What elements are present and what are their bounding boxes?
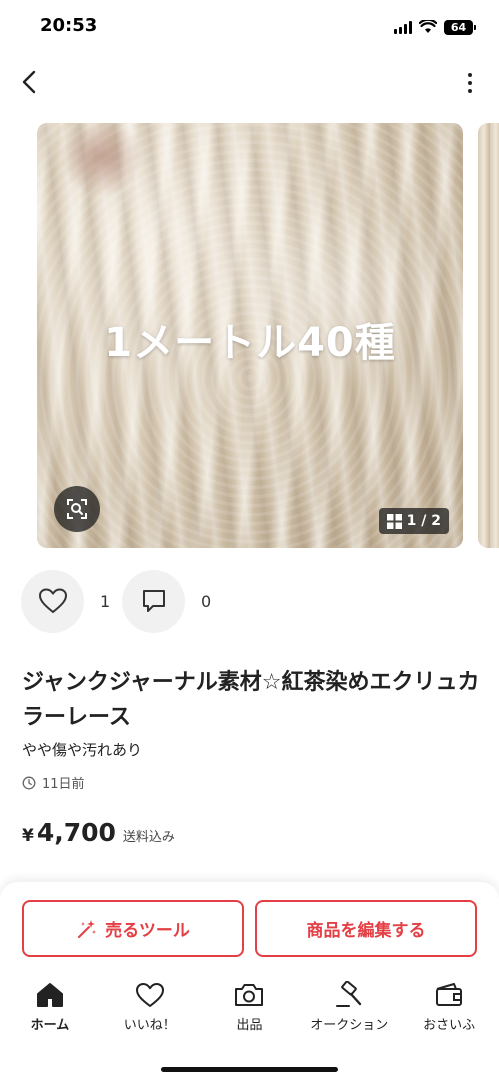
tab-wallet[interactable]: おさいふ <box>399 980 499 1040</box>
tab-auction-label: オークション <box>310 1018 389 1033</box>
wallet-icon <box>436 983 463 1006</box>
tab-likes[interactable]: いいね！ <box>100 980 200 1040</box>
tab-bar: ホーム いいね！ 出品 オークション おさいふ <box>0 980 499 1040</box>
sell-tool-button[interactable]: 売るツール <box>22 900 244 957</box>
price-value: 4,700 <box>36 818 116 847</box>
like-count: 1 <box>100 591 111 611</box>
tab-home-label: ホーム <box>30 1018 70 1033</box>
comment-button[interactable] <box>122 569 185 633</box>
home-indicator <box>161 1067 338 1072</box>
chevron-left-icon <box>22 70 36 94</box>
photo-overlay-text: 1メートル40種 <box>104 320 396 366</box>
tab-likes-label: いいね！ <box>123 1018 176 1033</box>
status-bar: 20:53 64 <box>0 0 499 54</box>
back-button[interactable] <box>14 66 44 98</box>
image-search-icon <box>67 499 87 519</box>
clock-icon <box>22 776 36 789</box>
edit-item-label: 商品を編集する <box>306 921 426 941</box>
home-icon <box>36 983 63 1007</box>
product-photo[interactable]: 1メートル40種 1 / 2 <box>37 123 463 548</box>
gavel-icon <box>336 981 362 1007</box>
battery-level: 64 <box>450 20 467 34</box>
price: ¥ 4,700 送料込み <box>22 818 175 847</box>
price-currency: ¥ <box>22 826 34 846</box>
battery-icon: 64 <box>444 19 476 35</box>
next-photo-peek[interactable] <box>478 123 499 548</box>
shipping-note: 送料込み <box>122 830 175 845</box>
engagement-actions: 1 0 <box>21 569 223 633</box>
status-time: 20:53 <box>40 15 98 36</box>
posted-time-text: 11日前 <box>42 777 85 792</box>
tab-wallet-label: おさいふ <box>423 1018 476 1033</box>
signal-icon <box>394 20 412 34</box>
photo-gallery[interactable]: 1メートル40種 1 / 2 <box>0 123 499 548</box>
posted-time: 11日前 <box>22 773 85 792</box>
sparkle-wand-icon <box>78 919 97 938</box>
image-search-button[interactable] <box>54 486 100 532</box>
more-options-button[interactable] <box>463 70 477 96</box>
heart-icon <box>135 982 164 1007</box>
photo-counter-text: 1 / 2 <box>406 513 441 529</box>
bottom-sheet: 売るツール 商品を編集する ホーム いいね！ 出品 オークション おさいふ <box>0 882 499 1080</box>
tab-sell-label: 出品 <box>236 1018 263 1033</box>
wifi-icon <box>419 20 437 33</box>
comment-icon <box>142 590 165 612</box>
photo-counter: 1 / 2 <box>378 508 449 534</box>
tab-home[interactable]: ホーム <box>0 980 100 1040</box>
tab-auction[interactable]: オークション <box>299 980 399 1040</box>
edit-item-button[interactable]: 商品を編集する <box>255 900 477 957</box>
heart-icon <box>38 588 67 613</box>
tab-sell[interactable]: 出品 <box>200 980 300 1040</box>
status-icons: 64 <box>394 17 476 37</box>
camera-icon <box>235 984 264 1006</box>
grid-icon <box>386 513 402 529</box>
product-condition: やや傷や汚れあり <box>22 741 143 759</box>
like-button[interactable] <box>21 569 84 633</box>
comment-count: 0 <box>201 591 212 611</box>
sell-tool-label: 売るツール <box>105 921 190 941</box>
product-title: ジャンクジャーナル素材☆紅茶染めエクリュカラーレース <box>22 670 480 730</box>
